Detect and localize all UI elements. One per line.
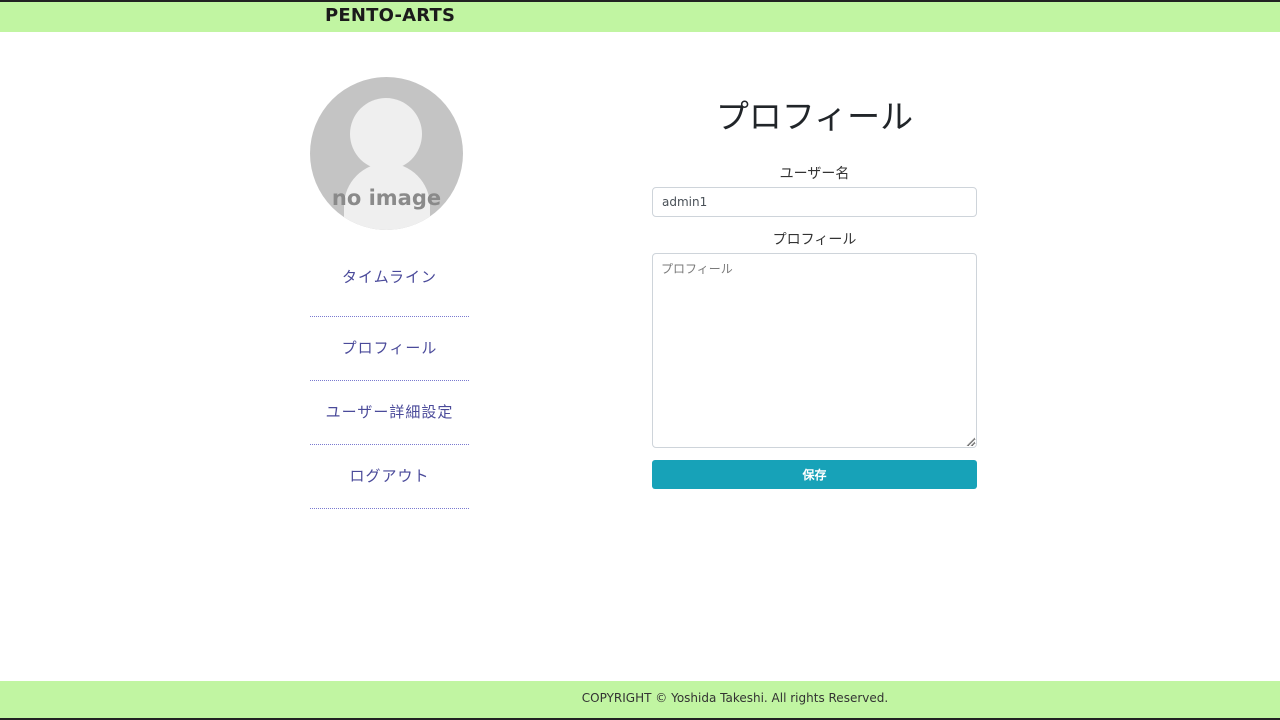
sidebar-item-profile[interactable]: プロフィール <box>310 317 469 381</box>
sidebar-item-user-settings[interactable]: ユーザー詳細設定 <box>310 381 469 445</box>
username-field[interactable]: admin1 <box>652 187 977 217</box>
avatar-placeholder-text: no image <box>331 186 442 210</box>
username-label: ユーザー名 <box>779 166 850 182</box>
profile-label: プロフィール <box>772 232 857 248</box>
sidebar-item-timeline[interactable]: タイムライン <box>310 246 469 317</box>
sidebar-item-logout[interactable]: ログアウト <box>310 445 469 509</box>
sidebar-nav: タイムライン プロフィール ユーザー詳細設定 ログアウト <box>310 246 469 509</box>
brand-link[interactable]: PENTO-ARTS <box>325 5 455 26</box>
page-title: プロフィール <box>715 97 914 136</box>
resize-grip-icon[interactable] <box>966 437 975 446</box>
footer-copyright: COPYRIGHT © Yoshida Takeshi. All rights … <box>581 691 889 705</box>
save-button[interactable]: 保存 <box>652 460 977 489</box>
avatar: no image <box>310 77 463 230</box>
user-silhouette-icon <box>350 98 422 170</box>
footer: COPYRIGHT © Yoshida Takeshi. All rights … <box>0 681 1280 718</box>
top-navbar: PENTO-ARTS <box>0 0 1280 32</box>
profile-textarea[interactable] <box>652 253 977 448</box>
